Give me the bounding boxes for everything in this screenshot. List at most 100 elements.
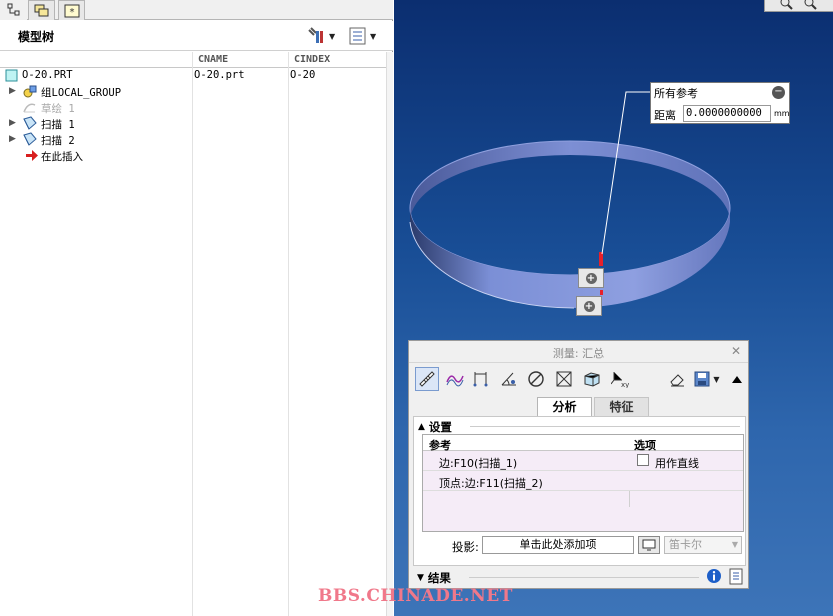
angle-icon — [501, 372, 516, 386]
coordinate-system-value: 笛卡尔 — [669, 538, 702, 551]
reference-popup-title: 所有参考 — [654, 87, 698, 100]
option-cell: 用作直线 — [655, 457, 699, 470]
angle-tool-button[interactable] — [497, 367, 521, 391]
results-header[interactable]: ▼ 结果 — [417, 570, 747, 586]
tools-icon — [308, 27, 323, 43]
dialog-body: ▲ 设置 参考 选项 边:F10(扫描_1) 用作直线 顶点:边:F11(扫描_… — [413, 416, 746, 566]
eraser-icon — [670, 374, 684, 387]
layers-icon — [34, 4, 48, 16]
column-cindex[interactable]: CINDEX — [294, 54, 330, 65]
tree-row-sweep-1[interactable]: ▶ 扫描 1 — [0, 116, 386, 132]
distance-value: 0.0000000000 — [683, 105, 771, 122]
measure-toolbar: xyz ▼ — [413, 365, 746, 393]
tree-row-label: 扫描 2 — [41, 135, 75, 147]
chevron-up-icon — [732, 376, 742, 383]
expand-triangle-icon: ▼ — [417, 573, 424, 583]
expand-arrow-icon[interactable]: ▶ — [9, 134, 16, 144]
info-icon[interactable] — [706, 568, 722, 584]
expand-edge-button[interactable]: + — [578, 268, 604, 288]
diameter-icon — [528, 371, 544, 387]
tree-row-sweep-2[interactable]: ▶ 扫描 2 — [0, 132, 386, 148]
save-menu-button[interactable]: ▼ — [693, 367, 721, 391]
collapse-toolbar-button[interactable] — [725, 367, 749, 391]
expand-vertex-button[interactable]: + — [576, 296, 602, 316]
distance-points-tool-button[interactable] — [469, 367, 493, 391]
clear-button[interactable] — [665, 367, 689, 391]
column-cname[interactable]: CNAME — [198, 54, 228, 65]
point-distance-icon — [473, 372, 488, 387]
tree-row-local-group[interactable]: ▶ 组LOCAL_GROUP — [0, 84, 386, 100]
reference-popup: 所有参考 − 距离 0.0000000000 mm — [650, 82, 790, 124]
svg-text:xyz: xyz — [621, 381, 629, 388]
part-icon — [5, 69, 18, 82]
diameter-tool-button[interactable] — [524, 367, 548, 391]
collapse-triangle-icon: ▲ — [418, 422, 425, 432]
monitor-icon — [642, 539, 656, 551]
chevron-down-icon: ▼ — [370, 31, 377, 41]
model-tree-tab[interactable] — [0, 0, 27, 20]
tree-column-header: CNAME CINDEX — [0, 52, 386, 68]
results-detail-icon[interactable] — [729, 568, 743, 585]
dialog-titlebar[interactable]: 测量: 汇总 ✕ — [409, 341, 748, 363]
navigator-tabs: * — [0, 0, 393, 20]
svg-text:*: * — [69, 7, 74, 18]
list-icon — [349, 27, 366, 45]
ruler-icon — [419, 371, 435, 387]
volume-tool-button[interactable] — [580, 367, 604, 391]
expand-arrow-icon[interactable]: ▶ — [9, 118, 16, 128]
tree-row-cindex: O-20 — [290, 69, 316, 81]
plus-icon: + — [585, 272, 597, 284]
model-tree-title: 模型树 — [18, 30, 55, 44]
projection-collector[interactable]: 单击此处添加项 — [482, 536, 634, 554]
use-as-line-checkbox[interactable] — [637, 454, 649, 466]
tree-row-label: 组LOCAL_GROUP — [41, 87, 122, 99]
table-row[interactable]: 边:F10(扫描_1) 用作直线 — [423, 451, 743, 471]
dialog-tabs: 分析 特征 — [537, 397, 649, 417]
distance-label: 距离 — [654, 109, 676, 122]
coordinate-system-select[interactable]: 笛卡尔 ▼ — [664, 536, 742, 554]
results-section-header[interactable]: ▼ 结果 — [413, 567, 746, 587]
coordinate-xyz-icon: xyz — [611, 372, 629, 388]
tree-row-label: 草绘 1 — [41, 103, 75, 115]
tree-row-part[interactable]: O-20.PRT O-20.prt O-20 — [0, 68, 386, 84]
references-table: 参考 选项 边:F10(扫描_1) 用作直线 顶点:边:F11(扫描_2) — [422, 434, 744, 532]
distance-unit: mm — [774, 109, 790, 118]
references-table-header: 参考 选项 — [423, 435, 743, 452]
chevron-down-icon: ▼ — [731, 540, 738, 549]
insert-here-arrow-icon — [26, 150, 38, 161]
measure-dialog: 测量: 汇总 ✕ xyz ▼ — [408, 340, 749, 589]
volume-icon — [584, 372, 600, 387]
reference-cell: 顶点:边:F11(扫描_2) — [439, 477, 543, 490]
projection-label: 投影: — [452, 540, 479, 554]
tree-settings-button[interactable]: ▼ — [306, 26, 344, 46]
tree-row-insert-here[interactable]: 在此插入 — [0, 148, 386, 164]
favorites-tab[interactable]: * — [58, 0, 85, 20]
tree-row-sketch[interactable]: 草绘 1 — [0, 100, 386, 116]
table-row[interactable]: 顶点:边:F11(扫描_2) — [423, 471, 743, 491]
tree-row-label: 在此插入 — [41, 151, 83, 163]
folder-browser-tab[interactable] — [28, 0, 55, 20]
transform-tool-button[interactable]: xyz — [608, 367, 632, 391]
tree-row-label: O-20.PRT — [22, 69, 73, 81]
tree-row-label: 扫描 1 — [41, 119, 75, 131]
chevron-down-icon: ▼ — [329, 31, 336, 41]
area-tool-button[interactable] — [552, 367, 576, 391]
tab-analysis[interactable]: 分析 — [537, 397, 592, 417]
close-icon[interactable]: ✕ — [731, 344, 741, 358]
tree-icon — [7, 3, 19, 16]
collapse-icon[interactable]: − — [772, 86, 785, 99]
tree-show-button[interactable]: ▼ — [349, 26, 385, 46]
setup-section-header[interactable]: ▲ 设置 — [418, 419, 743, 435]
distance-tool-button[interactable] — [415, 367, 439, 391]
dialog-title: 测量: 汇总 — [552, 347, 605, 360]
length-tool-button[interactable] — [443, 367, 467, 391]
tab-feature[interactable]: 特征 — [594, 397, 649, 417]
tree-scrollbar[interactable] — [386, 52, 393, 616]
expand-arrow-icon[interactable]: ▶ — [9, 86, 16, 96]
model-tree-header: 模型树 ▼ ▼ — [0, 21, 393, 51]
plus-icon: + — [583, 300, 595, 312]
sweep-icon — [23, 132, 37, 146]
sketch-icon — [23, 103, 36, 113]
results-label: 结果 — [427, 571, 451, 585]
projection-view-button[interactable] — [638, 536, 660, 554]
